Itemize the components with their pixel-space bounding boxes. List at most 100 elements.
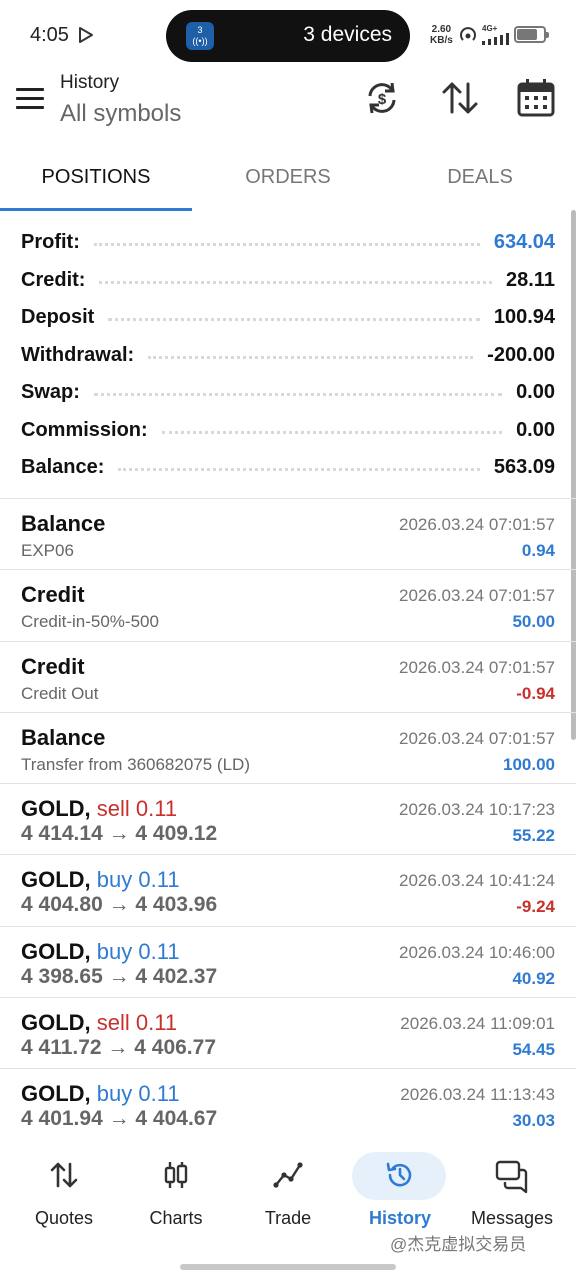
item-title: GOLD, buy 0.11 — [21, 1081, 180, 1107]
summary-label: Balance: — [21, 456, 105, 479]
tab-indicator — [0, 208, 192, 211]
app-header: History All symbols $ — [0, 72, 576, 152]
item-symbol: GOLD, — [21, 1081, 91, 1107]
item-comment: Credit-in-50%-500 — [21, 612, 159, 632]
list-item[interactable]: GOLD, sell 0.11 4 414.14 → 4 409.12 2026… — [0, 784, 576, 856]
item-side: buy 0.11 — [96, 867, 180, 893]
nav-label: Quotes — [34, 1208, 94, 1228]
list-item[interactable]: Credit Credit Out 2026.03.24 07:01:57 -0… — [0, 642, 576, 713]
island-text: 3 devices — [303, 23, 392, 46]
item-symbol: GOLD, — [21, 1010, 91, 1036]
item-symbol: GOLD, — [21, 796, 91, 822]
nav-label: History — [368, 1208, 431, 1228]
hamburger-icon-line — [16, 88, 44, 91]
play-store-icon — [79, 27, 93, 43]
battery-fill — [517, 29, 538, 40]
item-side: sell 0.11 — [96, 1010, 178, 1036]
item-datetime: 2026.03.24 10:46:00 — [399, 942, 555, 962]
tab-bar: POSITIONS ORDERS DEALS — [0, 152, 576, 212]
nav-charts[interactable]: Charts — [120, 1140, 232, 1240]
list-item[interactable]: Balance Transfer from 360682075 (LD) 202… — [0, 713, 576, 785]
summary-row-credit: Credit: 28.11 — [0, 262, 576, 300]
trade-icon — [273, 1162, 303, 1188]
summary-label: Swap: — [21, 381, 80, 404]
summary-value: -200.00 — [487, 343, 555, 366]
summary-panel: Profit: 634.04 Credit: 28.11 Deposit 100… — [0, 224, 576, 487]
broadcast-icon: ((•)) — [192, 36, 208, 46]
summary-value: 563.09 — [493, 456, 555, 479]
summary-row-withdrawal: Withdrawal: -200.00 — [0, 337, 576, 375]
dynamic-island[interactable]: 3 ((•)) 3 devices — [166, 10, 410, 62]
quotes-icon — [50, 1162, 78, 1188]
nav-trade[interactable]: Trade — [232, 1140, 344, 1240]
list-item[interactable]: GOLD, buy 0.11 4 398.65 → 4 402.37 2026.… — [0, 927, 576, 999]
nav-label: Charts — [149, 1208, 203, 1228]
nav-messages[interactable]: Messages — [456, 1140, 568, 1240]
currency-exchange-icon[interactable]: $ — [362, 78, 402, 118]
item-side: sell 0.11 — [96, 796, 178, 822]
summary-row-balance: Balance: 563.09 — [0, 449, 576, 487]
summary-row-swap: Swap: 0.00 — [0, 374, 576, 412]
item-title: GOLD, buy 0.11 — [21, 939, 180, 965]
dotted-leader — [93, 393, 503, 397]
speed-unit: KB/s — [430, 35, 453, 46]
symbol-filter[interactable]: All symbols — [60, 100, 181, 128]
history-list[interactable]: Balance EXP06 2026.03.24 07:01:57 0.94 C… — [0, 498, 576, 1126]
item-side: buy 0.11 — [96, 1081, 180, 1107]
summary-label: Withdrawal: — [21, 343, 135, 366]
dotted-leader — [118, 468, 480, 472]
status-time: 4:05 — [30, 24, 69, 46]
item-amount: 30.03 — [512, 1111, 555, 1126]
item-amount: -0.94 — [516, 683, 555, 703]
tab-deals[interactable]: DEALS — [384, 152, 576, 212]
item-amount: 50.00 — [512, 612, 555, 632]
signal-indicator: 4G+ — [482, 24, 510, 47]
nav-history[interactable]: History — [344, 1140, 456, 1240]
sort-icon[interactable] — [440, 78, 480, 118]
list-item[interactable]: GOLD, sell 0.11 4 411.72 → 4 406.77 2026… — [0, 998, 576, 1070]
history-icon — [386, 1162, 412, 1187]
item-symbol: Balance — [21, 511, 106, 536]
list-item[interactable]: GOLD, buy 0.11 4 404.80 → 4 403.96 2026.… — [0, 855, 576, 927]
messages-icon — [495, 1160, 528, 1194]
list-item[interactable]: GOLD, buy 0.11 4 401.94 → 4 404.67 2026.… — [0, 1069, 576, 1126]
tab-positions[interactable]: POSITIONS — [0, 152, 192, 212]
summary-label: Profit: — [21, 231, 80, 254]
list-item[interactable]: Credit Credit-in-50%-500 2026.03.24 07:0… — [0, 570, 576, 642]
signal-bars-icon — [482, 33, 509, 45]
page-title: History — [60, 72, 120, 93]
summary-value: 100.94 — [493, 306, 555, 329]
nav-label: Messages — [470, 1208, 554, 1228]
calendar-icon[interactable] — [516, 78, 556, 118]
item-prices: 4 398.65 → 4 402.37 — [21, 964, 218, 988]
summary-label: Commission: — [21, 418, 148, 441]
dotted-leader — [161, 430, 503, 434]
watermark: @杰克虚拟交易员 — [390, 1235, 527, 1254]
item-symbol: Balance — [21, 724, 106, 750]
item-amount: 100.00 — [503, 754, 555, 774]
item-prices: 4 414.14 → 4 409.12 — [21, 822, 218, 846]
item-symbol: GOLD, — [21, 867, 91, 893]
home-indicator[interactable] — [180, 1264, 396, 1270]
menu-button[interactable] — [16, 88, 44, 110]
item-prices: 4 411.72 → 4 406.77 — [21, 1036, 216, 1060]
status-bar: 4:05 3 ((•)) 3 devices 2.60 KB/s 4G+ — [0, 0, 576, 72]
summary-row-commission: Commission: 0.00 — [0, 412, 576, 450]
summary-row-profit: Profit: 634.04 — [0, 224, 576, 262]
hamburger-icon-line — [16, 106, 44, 109]
summary-label: Credit: — [21, 268, 86, 291]
list-item[interactable]: Balance EXP06 2026.03.24 07:01:57 0.94 — [0, 499, 576, 571]
item-title: GOLD, buy 0.11 — [21, 867, 180, 893]
summary-label: Deposit — [21, 306, 95, 329]
item-title: GOLD, sell 0.11 — [21, 796, 177, 822]
island-app-badge: 3 — [197, 25, 203, 35]
item-symbol: Credit — [21, 653, 85, 679]
nav-quotes[interactable]: Quotes — [8, 1140, 120, 1240]
item-datetime: 2026.03.24 11:13:43 — [400, 1085, 555, 1105]
item-symbol: Credit — [21, 582, 85, 608]
tab-orders[interactable]: ORDERS — [192, 152, 384, 212]
dotted-leader — [99, 280, 493, 284]
battery-icon — [514, 26, 549, 43]
item-amount: 40.92 — [512, 968, 555, 988]
item-datetime: 2026.03.24 07:01:57 — [399, 728, 555, 748]
